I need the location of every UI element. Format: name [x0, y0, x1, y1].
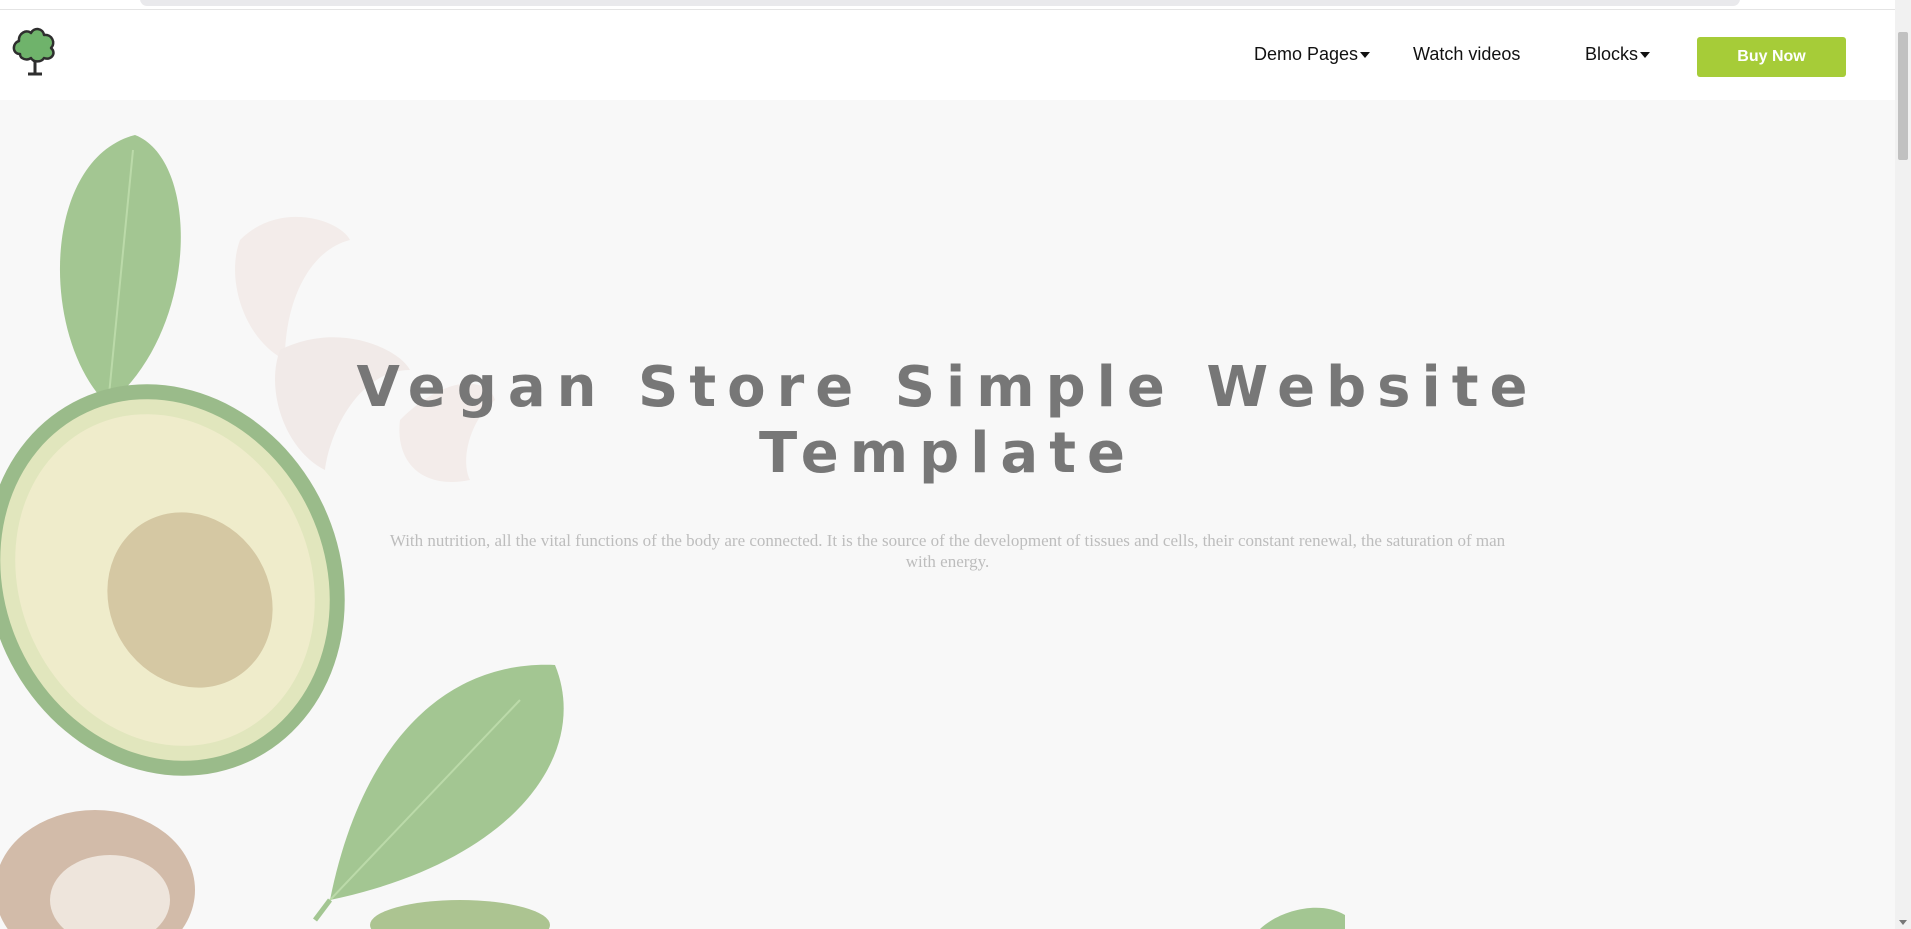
- hero-section: Vegan Store Simple Website Template With…: [0, 100, 1895, 929]
- hero-title: Vegan Store Simple Website Template: [356, 355, 1539, 486]
- scroll-down-arrow-icon[interactable]: [1899, 920, 1907, 925]
- buy-now-button[interactable]: Buy Now: [1697, 37, 1846, 77]
- nav-demo-pages[interactable]: Demo Pages: [1254, 44, 1371, 65]
- browser-top-strip: [0, 0, 1895, 10]
- navbar: Demo Pages Watch videos Blocks Buy Now: [0, 10, 1895, 100]
- scrollbar-thumb[interactable]: [1898, 32, 1908, 160]
- nav-blocks-label: Blocks: [1585, 44, 1639, 64]
- broccoli-tree-icon[interactable]: [8, 24, 62, 78]
- page-scrollbar[interactable]: [1895, 0, 1911, 929]
- caret-down-icon: [1640, 51, 1651, 58]
- nav-watch-videos-label: Watch videos: [1413, 44, 1521, 64]
- vegetables-background-image: [0, 135, 1345, 929]
- nav-demo-pages-label: Demo Pages: [1254, 44, 1359, 64]
- caret-down-icon: [1360, 51, 1371, 58]
- nav-blocks[interactable]: Blocks: [1585, 44, 1651, 65]
- nav-watch-videos[interactable]: Watch videos: [1413, 44, 1520, 65]
- address-bar[interactable]: [140, 0, 1740, 6]
- hero-subtitle: With nutrition, all the vital functions …: [389, 531, 1506, 571]
